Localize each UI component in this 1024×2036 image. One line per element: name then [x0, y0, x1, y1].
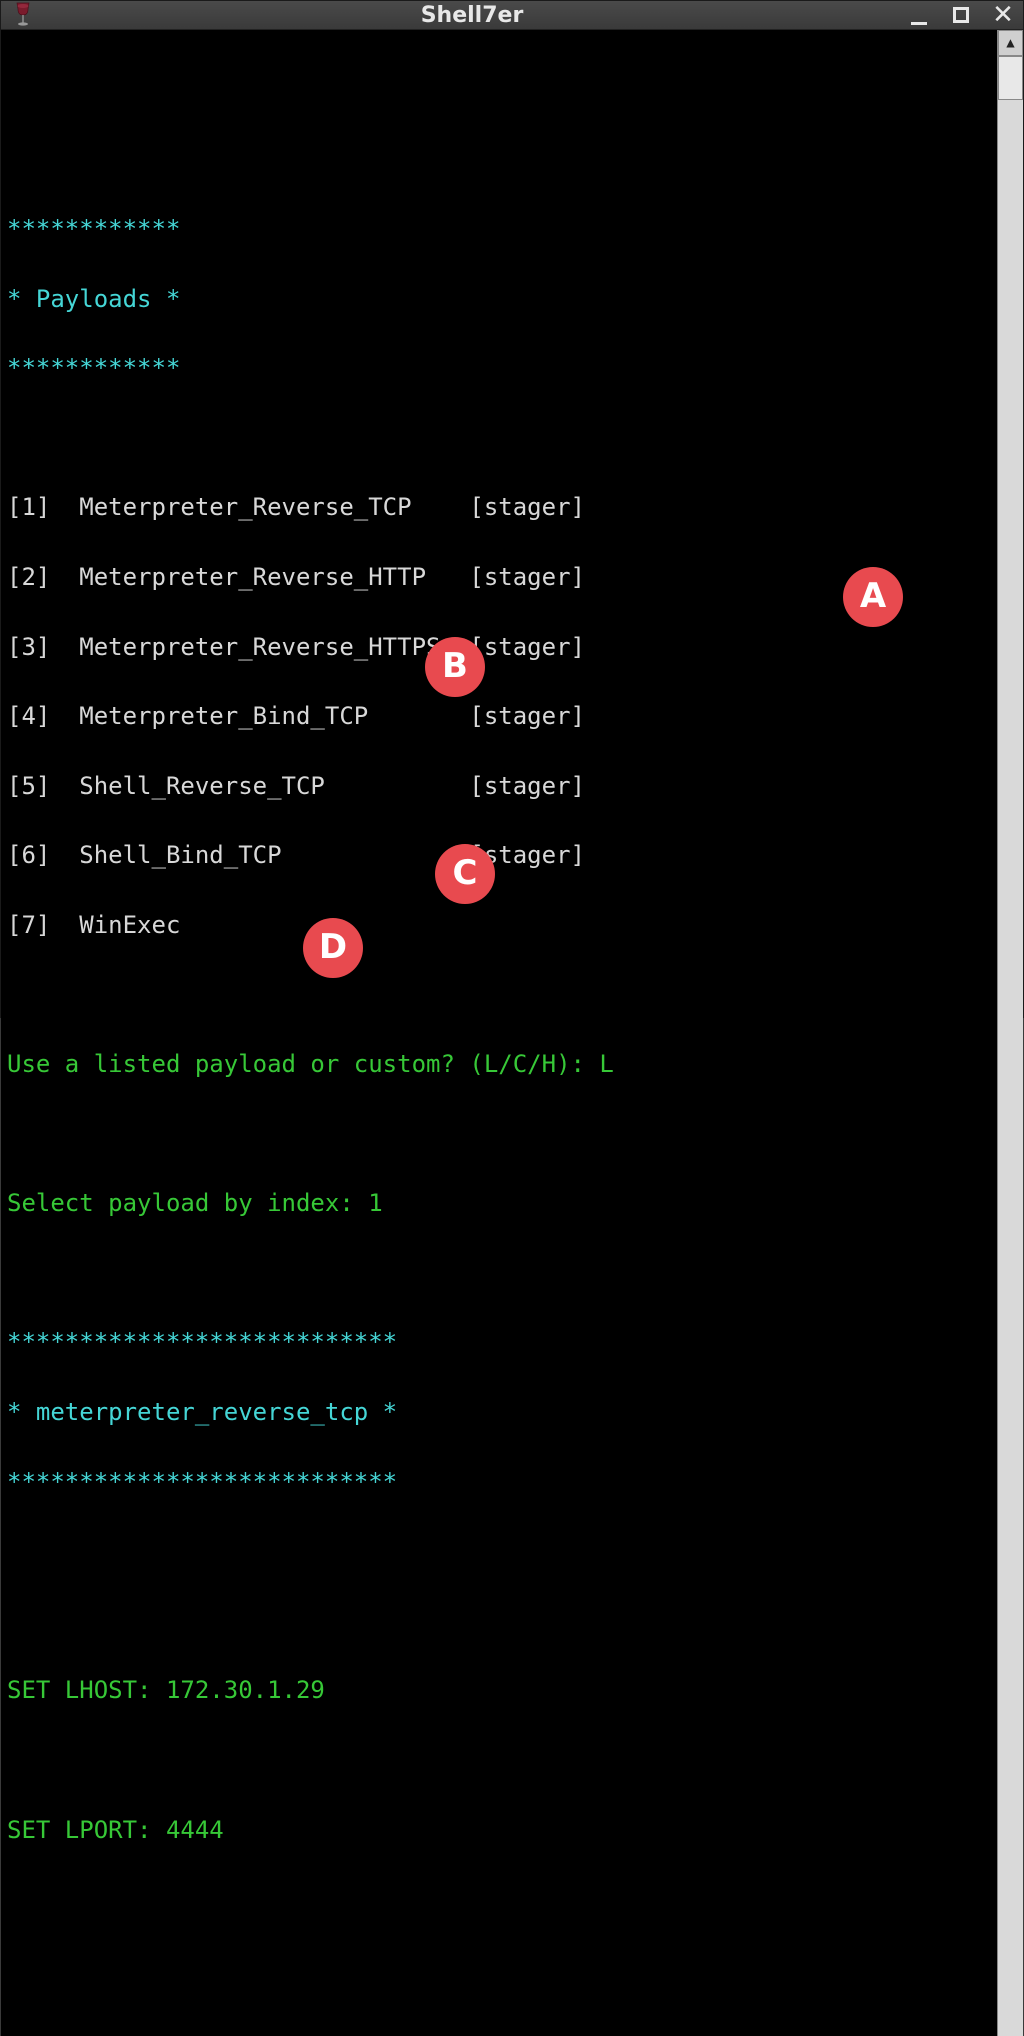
selected-box-top: ***************************: [7, 1325, 987, 1360]
window-controls: ✕: [907, 3, 1015, 27]
annotation-badge-b: B: [425, 637, 485, 697]
maximize-button[interactable]: [949, 3, 973, 27]
payload-item: [2] Meterpreter_Reverse_HTTP [stager]: [7, 560, 987, 595]
payload-item: [5] Shell_Reverse_TCP [stager]: [7, 769, 987, 804]
blank-line: [7, 1743, 987, 1778]
blank-line: [7, 1534, 987, 1569]
titlebar[interactable]: Shell7er ✕: [1, 1, 1023, 30]
blank-line: [7, 73, 987, 108]
blank-line: [7, 142, 987, 177]
annotation-badge-c: C: [435, 844, 495, 904]
scrollbar-thumb[interactable]: [998, 56, 1023, 100]
selected-box-bottom: ***************************: [7, 1465, 987, 1500]
blank-line: [7, 1117, 987, 1152]
annotation-badge-d: D: [303, 918, 363, 978]
prompt-select-index: Select payload by index: 1: [7, 1186, 987, 1221]
scrollbar-track[interactable]: [998, 56, 1023, 2036]
payloads-box-bottom: ************: [7, 351, 987, 386]
set-lport-line: SET LPORT: 4444: [7, 1813, 987, 1848]
payload-item: [6] Shell_Bind_TCP [stager]: [7, 838, 987, 873]
payload-item: [7] WinExec: [7, 908, 987, 943]
payload-item: [4] Meterpreter_Bind_TCP [stager]: [7, 699, 987, 734]
app-window: Shell7er ✕ ************ * Payloads * ***…: [0, 0, 1024, 1018]
prompt-use-listed: Use a listed payload or custom? (L/C/H):…: [7, 1047, 987, 1082]
scrollbar-up-arrow-icon[interactable]: ▲: [998, 30, 1023, 56]
set-lhost-line: SET LHOST: 172.30.1.29: [7, 1673, 987, 1708]
payload-item: [3] Meterpreter_Reverse_HTTPS [stager]: [7, 630, 987, 665]
close-button[interactable]: ✕: [991, 3, 1015, 27]
blank-line: [7, 421, 987, 456]
annotation-badge-a: A: [843, 567, 903, 627]
blank-line: [7, 1256, 987, 1291]
payload-item: [1] Meterpreter_Reverse_TCP [stager]: [7, 490, 987, 525]
blank-line: [7, 1604, 987, 1639]
minimize-button[interactable]: [907, 3, 931, 27]
payloads-box-top: ************: [7, 212, 987, 247]
wine-icon: [9, 1, 37, 29]
vertical-scrollbar[interactable]: ▲: [997, 30, 1023, 2036]
client-area: ************ * Payloads * ************ […: [1, 30, 1023, 2036]
window-title: Shell7er: [37, 3, 907, 28]
payloads-box-label: * Payloads *: [7, 282, 987, 317]
selected-box-label: * meterpreter_reverse_tcp *: [7, 1395, 987, 1430]
blank-line: [7, 978, 987, 1013]
terminal-output[interactable]: ************ * Payloads * ************ […: [1, 30, 997, 2036]
